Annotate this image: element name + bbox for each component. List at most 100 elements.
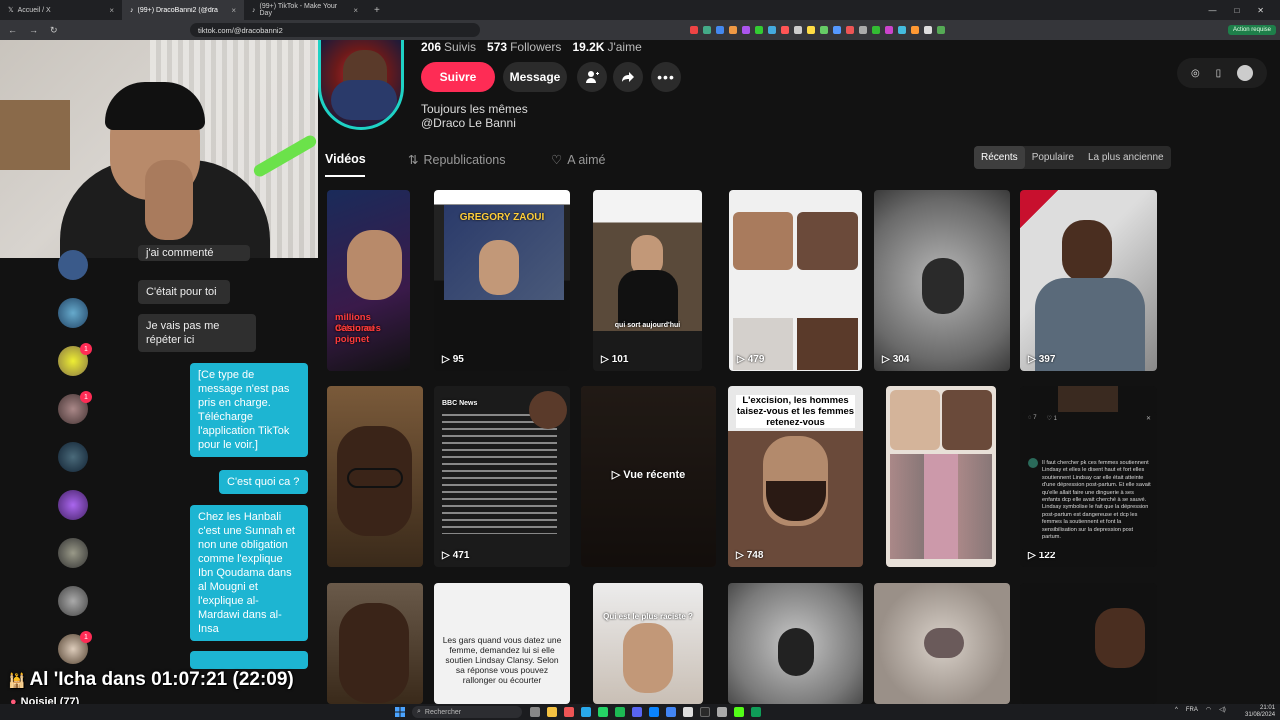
video-thumbnail[interactable]: Qui est le plus raciste ? <box>593 583 703 704</box>
video-thumbnail[interactable]: BBC News ▷ 471 <box>434 386 570 567</box>
taskbar-search[interactable]: ⌕ Rechercher <box>412 706 522 718</box>
close-icon[interactable]: ✕ <box>1146 415 1151 422</box>
wifi-icon[interactable]: ◠ <box>1206 706 1211 713</box>
tab-reposts[interactable]: ⇅ Republications <box>408 152 505 168</box>
obs-icon[interactable] <box>683 707 693 717</box>
extension-icon[interactable] <box>911 26 919 34</box>
app-icon[interactable] <box>751 707 761 717</box>
minimize-icon[interactable]: — <box>1208 6 1216 15</box>
spotify-icon[interactable] <box>615 707 625 717</box>
extension-icon[interactable] <box>820 26 828 34</box>
close-window-icon[interactable]: ✕ <box>1257 6 1264 15</box>
extension-icon[interactable] <box>807 26 815 34</box>
tab-tiktok-home[interactable]: ♪ (99+) TikTok - Make Your Day × <box>244 0 366 20</box>
avatar[interactable] <box>58 586 88 616</box>
tab-videos[interactable]: Vidéos <box>325 152 366 166</box>
sort-oldest[interactable]: La plus ancienne <box>1081 146 1171 169</box>
extension-icon[interactable] <box>937 26 945 34</box>
video-thumbnail[interactable] <box>886 386 996 567</box>
more-options-button[interactable]: ••• <box>651 62 681 92</box>
task-view-icon[interactable] <box>530 707 540 717</box>
message-button[interactable]: Message <box>503 62 567 92</box>
video-thumbnail[interactable]: ▷ 304 <box>874 190 1010 371</box>
discord-icon[interactable] <box>632 707 642 717</box>
tab-x[interactable]: 𝕏 Accueil / X × <box>0 0 122 20</box>
extension-icon[interactable] <box>755 26 763 34</box>
extension-icon[interactable] <box>716 26 724 34</box>
video-thumbnail[interactable] <box>327 386 423 567</box>
extension-icon[interactable] <box>833 26 841 34</box>
video-thumbnail[interactable]: ▷ 479 <box>729 190 862 371</box>
chevron-up-icon[interactable]: ^ <box>1175 707 1178 713</box>
tab-tiktok-profile[interactable]: ♪ (99+) DracoBanni2 (@dracobanni2) × <box>122 0 244 20</box>
windows-start-icon[interactable] <box>395 707 405 717</box>
app-icon[interactable] <box>649 707 659 717</box>
app-icon[interactable] <box>717 707 727 717</box>
back-icon[interactable]: ← <box>8 25 17 36</box>
add-friend-button[interactable] <box>577 62 607 92</box>
extension-icon[interactable] <box>924 26 932 34</box>
chrome-icon[interactable] <box>666 707 676 717</box>
sort-popular[interactable]: Populaire <box>1025 146 1081 169</box>
whatsapp-icon[interactable] <box>598 707 608 717</box>
extension-icon[interactable] <box>703 26 711 34</box>
extension-icon[interactable] <box>859 26 867 34</box>
follow-button[interactable]: Suivre <box>421 62 495 92</box>
sort-recent[interactable]: Récents <box>974 146 1025 169</box>
address-bar[interactable]: tiktok.com/@dracobanni2 <box>190 23 480 37</box>
extension-icon[interactable] <box>742 26 750 34</box>
followers-stat[interactable]: 573 Followers <box>487 40 561 54</box>
video-thumbnail[interactable]: GREGORY ZAOUI ▷ 95 <box>434 190 570 371</box>
clock[interactable]: 21:01 31/08/2024 <box>1245 705 1275 719</box>
video-thumbnail[interactable] <box>1020 583 1157 704</box>
language-indicator[interactable]: FRA <box>1186 707 1198 713</box>
avatar[interactable] <box>58 442 88 472</box>
compass-icon[interactable]: ◎ <box>1191 68 1200 79</box>
reload-icon[interactable]: ↻ <box>50 25 58 36</box>
close-icon[interactable]: × <box>353 6 358 15</box>
file-explorer-icon[interactable] <box>547 707 557 717</box>
brave-icon[interactable] <box>564 707 574 717</box>
following-stat[interactable]: 206 Suivis <box>421 40 476 54</box>
extension-icon[interactable] <box>690 26 698 34</box>
extension-icon[interactable] <box>768 26 776 34</box>
avatar[interactable]: 1 <box>58 391 92 424</box>
share-button[interactable] <box>613 62 643 92</box>
terminal-icon[interactable] <box>700 707 710 717</box>
close-icon[interactable]: × <box>231 6 236 15</box>
extension-icon[interactable] <box>781 26 789 34</box>
maximize-icon[interactable]: □ <box>1234 6 1239 15</box>
video-thumbnail[interactable]: qui sort aujourd'hui ▷ 101 <box>593 190 702 371</box>
avatar[interactable] <box>58 538 88 568</box>
volume-icon[interactable]: ◁) <box>1219 706 1226 713</box>
avatar[interactable] <box>58 490 88 520</box>
avatar[interactable] <box>58 298 88 328</box>
extension-icon[interactable] <box>898 26 906 34</box>
video-thumbnail[interactable]: ▷ Vue récente <box>581 386 716 567</box>
new-tab-button[interactable]: + <box>366 5 388 16</box>
tab-liked[interactable]: ♡ A aimé <box>551 152 605 168</box>
video-thumbnail[interactable] <box>728 583 863 704</box>
extension-icon[interactable] <box>885 26 893 34</box>
video-thumbnail[interactable]: Les gars quand vous datez une femme, dem… <box>434 583 570 704</box>
extension-icon[interactable] <box>846 26 854 34</box>
video-thumbnail[interactable]: millions détournés Casio au poignet <box>327 190 410 371</box>
video-thumbnail[interactable] <box>874 583 1010 704</box>
close-icon[interactable]: × <box>109 6 114 15</box>
video-thumbnail[interactable] <box>327 583 423 704</box>
extension-icon[interactable] <box>794 26 802 34</box>
relaunch-button[interactable]: Action requise <box>1227 25 1276 35</box>
forward-icon[interactable]: → <box>29 25 38 36</box>
avatar[interactable] <box>1237 65 1254 81</box>
video-thumbnail[interactable]: L'excision, les hommes taisez-vous et le… <box>728 386 863 567</box>
extension-icon[interactable] <box>872 26 880 34</box>
avatar[interactable] <box>58 250 88 280</box>
kick-icon[interactable] <box>734 707 744 717</box>
avatar[interactable]: 1 <box>58 631 92 664</box>
video-thumbnail[interactable]: ▷ 397 <box>1020 190 1157 371</box>
telegram-icon[interactable] <box>581 707 591 717</box>
profile-avatar[interactable] <box>318 40 404 130</box>
extension-icon[interactable] <box>729 26 737 34</box>
phone-icon[interactable]: ▯ <box>1216 68 1222 79</box>
avatar[interactable]: 1 <box>58 343 92 376</box>
